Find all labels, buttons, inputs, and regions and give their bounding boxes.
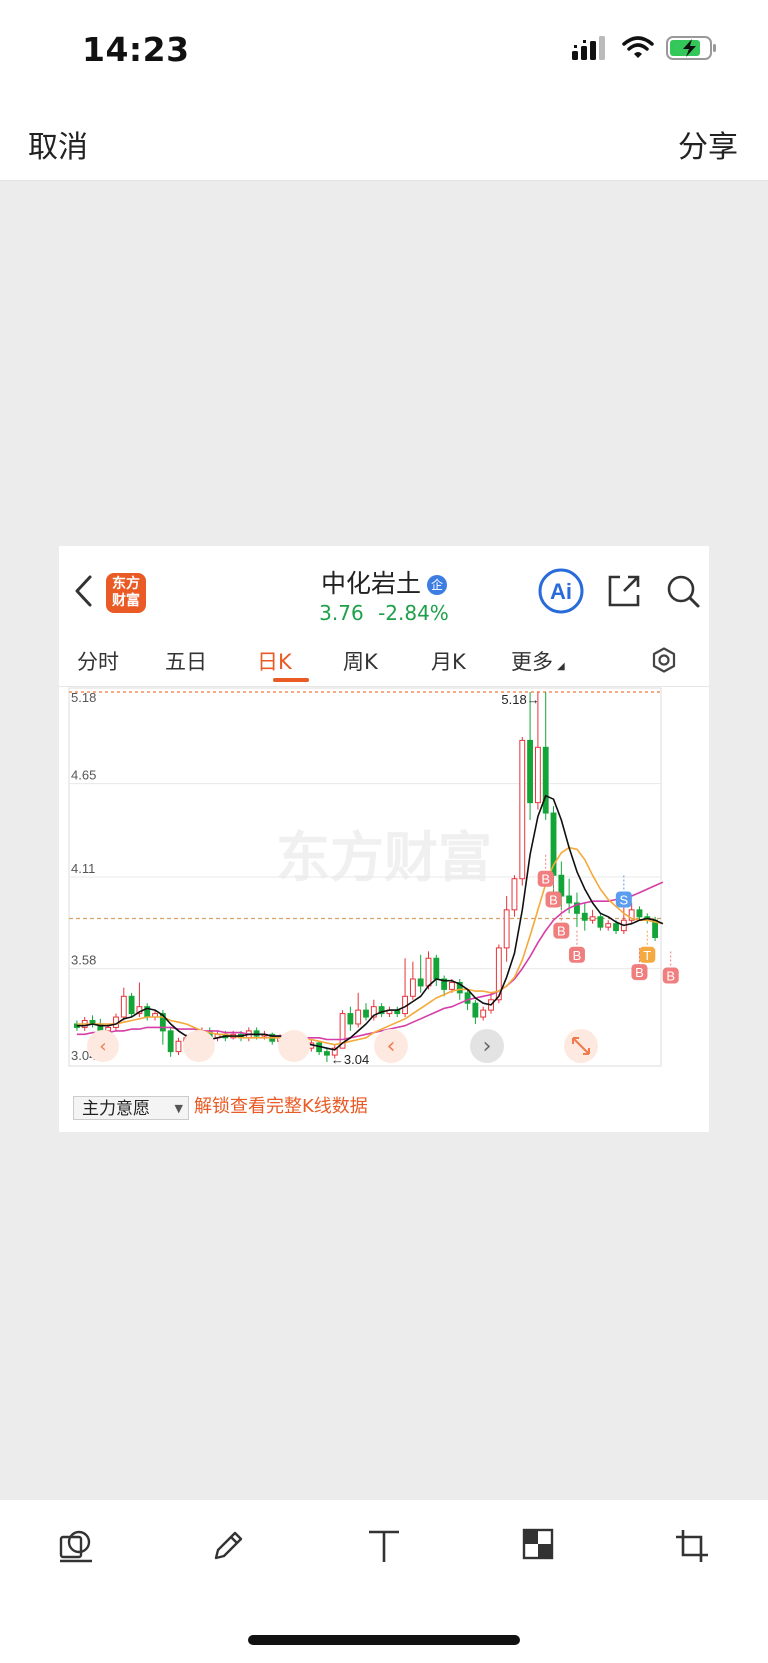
- status-bar: 14:23: [0, 0, 768, 100]
- stock-header: 东方 财富 中化岩土企 3.76 -2.84% Ai: [59, 546, 709, 634]
- candle-body: [120, 995, 127, 1018]
- kline-chart[interactable]: 东方财富 5.184.654.113.583.04 BBBBSTB B 5.18→…: [59, 686, 709, 1094]
- y-tick-label: 4.65: [71, 768, 96, 783]
- candle-body: [534, 746, 541, 804]
- signal-label: B: [573, 948, 582, 963]
- cellular-signal-icon: [572, 36, 605, 60]
- candle-body: [128, 995, 135, 1015]
- signal-label: B: [666, 969, 675, 984]
- chevron-left-icon: ‹: [99, 1036, 106, 1057]
- screenshot-preview: 东方 财富 中化岩土企 3.76 -2.84% Ai 分时 五日 日K 周K 月…: [59, 546, 709, 1132]
- candle-body: [425, 957, 432, 987]
- nav-circle-2[interactable]: [183, 1030, 215, 1062]
- candle-body: [511, 878, 518, 911]
- chevron-left-icon: ‹: [387, 1034, 396, 1059]
- candle-body: [253, 1030, 260, 1037]
- candle-body: [449, 981, 455, 990]
- signal-label: S: [620, 892, 629, 907]
- gear-icon[interactable]: [648, 644, 680, 676]
- tab-weekly-k[interactable]: 周K: [343, 646, 378, 676]
- candle-body: [417, 978, 424, 987]
- y-tick-label: 4.11: [71, 861, 95, 876]
- y-tick-label: 5.18: [71, 690, 96, 705]
- editor-top-bar: 取消 分享: [0, 100, 768, 181]
- candle-body: [355, 1009, 362, 1025]
- high-price-label: 5.18→: [501, 692, 539, 707]
- ai-assistant-icon[interactable]: Ai: [538, 568, 584, 614]
- candle-body: [581, 912, 588, 921]
- candle-body: [605, 923, 612, 928]
- candle-body: [527, 739, 534, 804]
- chevron-right-icon: ›: [483, 1034, 492, 1059]
- candle-body: [589, 916, 596, 921]
- share-button[interactable]: 分享: [678, 122, 738, 166]
- status-time: 14:23: [82, 30, 190, 69]
- signal-label: B: [635, 965, 644, 980]
- enterprise-badge: 企: [427, 575, 447, 595]
- candle-body: [324, 1051, 330, 1056]
- tab-intraday[interactable]: 分时: [77, 646, 119, 676]
- candle-body: [597, 916, 604, 928]
- nav-circle-3[interactable]: [278, 1030, 310, 1062]
- home-indicator: [248, 1635, 520, 1645]
- candle-body: [464, 992, 471, 1004]
- indicator-label: 主力意愿: [82, 1099, 150, 1119]
- candle-body: [503, 909, 510, 949]
- signal-label: B: [557, 924, 566, 939]
- candle-body: [167, 1030, 174, 1053]
- low-price-label: ←3.04: [331, 1052, 369, 1067]
- text-tool-icon[interactable]: [366, 1528, 402, 1564]
- wifi-icon: [622, 36, 654, 58]
- candle-body: [433, 957, 440, 980]
- edit-toolbar: [0, 1500, 768, 1663]
- candle-body: [347, 1013, 354, 1025]
- search-icon[interactable]: [665, 573, 701, 609]
- chevron-down-icon: ◢: [557, 661, 565, 672]
- candle-body: [480, 1009, 487, 1018]
- candle-body: [542, 746, 549, 814]
- signal-label: B: [541, 872, 550, 887]
- indicator-select[interactable]: 主力意愿 ▼: [73, 1096, 189, 1120]
- candle-body: [613, 923, 619, 932]
- y-tick-label: 3.58: [71, 953, 96, 968]
- signal-label: T: [643, 948, 651, 963]
- chevron-down-icon: ▼: [174, 1102, 183, 1115]
- tab-monthly-k[interactable]: 月K: [431, 646, 466, 676]
- open-external-icon[interactable]: [606, 573, 642, 609]
- signal-label: B: [549, 892, 558, 907]
- unlock-full-data-link[interactable]: 解锁查看完整K线数据: [194, 1094, 368, 1120]
- crop-icon[interactable]: [674, 1528, 710, 1564]
- tab-more[interactable]: 更多 ◢: [511, 646, 565, 676]
- tab-daily-k[interactable]: 日K: [257, 646, 292, 676]
- candle-body: [175, 1040, 182, 1053]
- stock-name: 中化岩土: [320, 569, 421, 598]
- pencil-icon[interactable]: [210, 1528, 246, 1564]
- candle-body: [472, 1002, 479, 1018]
- battery-charging-icon: [666, 36, 716, 60]
- candle-body: [636, 909, 643, 918]
- filter-layers-icon[interactable]: [58, 1528, 94, 1564]
- candle-body: [363, 1009, 369, 1018]
- status-icons: [572, 36, 718, 60]
- candle-body: [409, 978, 416, 997]
- stock-change: -2.84%: [378, 601, 449, 625]
- tab-five-day[interactable]: 五日: [165, 646, 207, 676]
- watermark: 东方财富: [276, 826, 492, 889]
- active-tab-indicator: [273, 678, 309, 682]
- tab-more-label: 更多: [511, 650, 553, 674]
- candle-body: [519, 739, 526, 880]
- kline-tabs: 分时 五日 日K 周K 月K 更多 ◢: [59, 634, 709, 687]
- candle-body: [105, 1026, 112, 1032]
- mosaic-icon[interactable]: [522, 1528, 554, 1560]
- candle-body: [566, 895, 573, 904]
- stock-price: 3.76: [319, 601, 364, 625]
- cancel-button[interactable]: 取消: [28, 122, 88, 166]
- ai-label: Ai: [550, 579, 572, 604]
